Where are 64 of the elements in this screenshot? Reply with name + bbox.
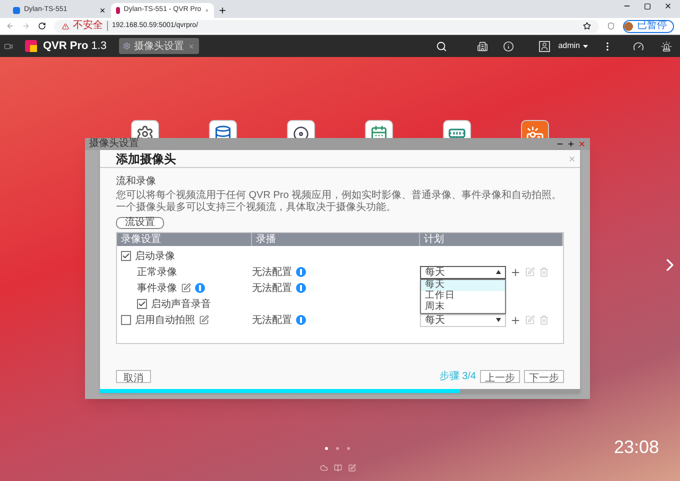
dialog-title: 添加摄像头 — [116, 150, 177, 168]
cloud-icon[interactable] — [320, 464, 328, 472]
row-label: 事件录像 — [137, 282, 177, 296]
clock: 23:08 — [614, 436, 660, 459]
row-label: 启动录像 — [135, 250, 175, 264]
checkbox[interactable] — [121, 315, 131, 325]
close-icon[interactable] — [664, 2, 672, 10]
edit-icon[interactable] — [348, 464, 356, 472]
tab-icon — [122, 42, 130, 50]
status-text: 无法配置 — [252, 314, 292, 328]
column-header: 录像设置 — [117, 233, 252, 246]
user-menu[interactable]: admin — [558, 40, 588, 52]
product-name: QVR Pro 1.3 — [43, 38, 107, 54]
reload-icon[interactable] — [38, 22, 46, 30]
avatar-icon — [624, 22, 633, 30]
maximize-icon[interactable] — [567, 140, 575, 148]
favicon-icon — [116, 7, 120, 14]
building-icon[interactable] — [477, 40, 488, 52]
gauge-icon[interactable] — [633, 40, 644, 52]
user-icon[interactable] — [539, 40, 550, 52]
caret-icon — [583, 44, 588, 48]
app-tab[interactable]: 摄像头设置 — [118, 38, 199, 54]
checkbox[interactable] — [121, 251, 131, 261]
close-icon[interactable] — [99, 7, 106, 14]
step-indicator: 步骤 3/4 — [439, 370, 476, 384]
caret-icon — [496, 270, 501, 274]
checkbox[interactable] — [137, 299, 147, 309]
row-label: 正常录像 — [137, 266, 177, 280]
info-icon[interactable] — [503, 40, 514, 52]
dropdown-option[interactable]: 每天 — [421, 280, 505, 290]
row-label: 启用自动拍照 — [135, 314, 195, 328]
bookmark-icon[interactable] — [583, 22, 591, 30]
alert-icon[interactable] — [661, 40, 672, 52]
next-button[interactable]: 下一步 — [524, 370, 564, 383]
search-icon[interactable] — [436, 40, 448, 52]
schedule-select[interactable]: 每天 — [420, 266, 506, 278]
status-text: 无法配置 — [252, 266, 292, 280]
column-header: 计划 — [420, 233, 563, 246]
row-label: 启动声音录音 — [151, 298, 211, 312]
maximize-icon[interactable] — [644, 3, 651, 10]
edit-icon[interactable] — [199, 315, 209, 325]
favicon-icon — [13, 7, 20, 14]
window-title: 摄像头设置 — [89, 139, 140, 149]
section-description: 您可以将每个视频流用于任何 QVR Pro 视频应用，例如实时影像、普通录像、事件录像和自动拍照。一个摄像头最多可以支持三个视频流，具体取决于摄像头功能。 — [116, 190, 563, 214]
schedule-select[interactable]: 每天 — [420, 314, 506, 326]
shield-icon[interactable] — [607, 22, 615, 30]
dropdown-option[interactable]: 周末 — [421, 302, 505, 312]
edit-icon[interactable] — [181, 283, 191, 293]
status-text: 无法配置 — [252, 282, 292, 296]
book-icon[interactable] — [334, 464, 342, 472]
add-icon[interactable] — [510, 266, 521, 278]
back-icon[interactable] — [6, 22, 14, 30]
logo-icon — [25, 40, 37, 52]
cancel-button[interactable]: 取消 — [116, 370, 151, 383]
dropdown-option[interactable]: 工作日 — [421, 290, 505, 302]
back-button[interactable]: 上一步 — [480, 370, 520, 383]
caret-icon — [496, 318, 501, 322]
stream-settings-button[interactable]: 流设置 — [116, 217, 164, 229]
column-header: 录播 — [252, 233, 420, 246]
add-icon[interactable] — [510, 314, 521, 326]
new-tab-icon[interactable] — [218, 6, 227, 15]
warning-icon — [62, 22, 69, 30]
sidebar-toggle-icon[interactable] — [4, 42, 13, 50]
section-title: 流和录像 — [116, 174, 157, 189]
